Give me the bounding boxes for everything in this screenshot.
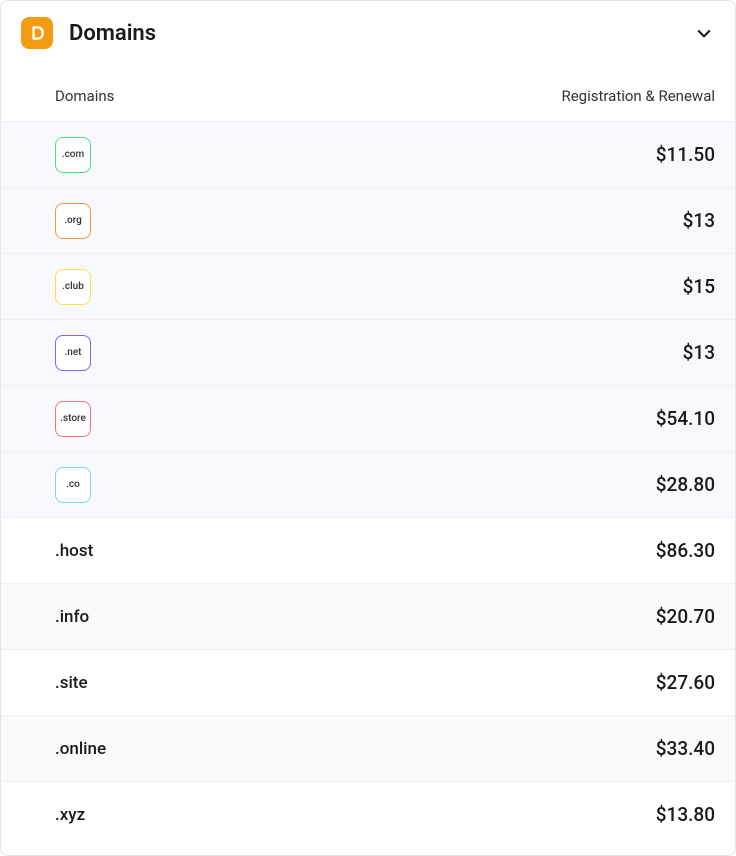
tld-label: .host: [55, 541, 93, 561]
domain-cell: .xyz: [55, 805, 656, 825]
price-cell: $54.10: [656, 407, 715, 430]
table-row[interactable]: .store $54.10: [1, 385, 735, 451]
table-row[interactable]: .xyz $13.80: [1, 781, 735, 847]
domain-cell: .co: [55, 467, 656, 503]
tld-badge: .co: [55, 467, 91, 503]
table-row[interactable]: .com $11.50: [1, 121, 735, 187]
domain-cell: .net: [55, 335, 683, 371]
price-cell: $15: [683, 275, 715, 298]
price-cell: $20.70: [656, 605, 715, 628]
chevron-down-icon[interactable]: [693, 22, 715, 44]
table-row[interactable]: .site $27.60: [1, 649, 735, 715]
price-cell: $28.80: [656, 473, 715, 496]
tld-badge: .com: [55, 137, 91, 173]
table-row[interactable]: .host $86.30: [1, 517, 735, 583]
tld-label: .online: [55, 739, 106, 759]
tld-badge: .club: [55, 269, 91, 305]
table-row[interactable]: .info $20.70: [1, 583, 735, 649]
table-body: .com $11.50 .org $13 .club $15 .net $13 .store $5…: [1, 121, 735, 855]
price-cell: $13: [683, 341, 715, 364]
price-cell: $13.80: [656, 803, 715, 826]
tld-badge: .store: [55, 401, 91, 437]
domain-cell: .online: [55, 739, 656, 759]
table-row[interactable]: .online $33.40: [1, 715, 735, 781]
tld-label: .site: [55, 673, 88, 693]
domain-cell: .club: [55, 269, 683, 305]
card-title: Domains: [69, 21, 693, 46]
column-header-price: Registration & Renewal: [561, 87, 715, 105]
table-row[interactable]: .org $13: [1, 187, 735, 253]
tld-badge: .net: [55, 335, 91, 371]
price-cell: $11.50: [656, 143, 715, 166]
tld-label: .xyz: [55, 805, 85, 825]
domain-cell: .org: [55, 203, 683, 239]
price-cell: $86.30: [656, 539, 715, 562]
table-header: Domains Registration & Renewal: [1, 57, 735, 121]
domain-cell: .store: [55, 401, 656, 437]
tld-label: .info: [55, 607, 89, 627]
domain-cell: .site: [55, 673, 656, 693]
domain-cell: .host: [55, 541, 656, 561]
domain-cell: .com: [55, 137, 656, 173]
column-header-domain: Domains: [55, 87, 561, 105]
domain-cell: .info: [55, 607, 656, 627]
tld-badge: .org: [55, 203, 91, 239]
domains-app-icon: [21, 17, 53, 49]
table-row[interactable]: .co $28.80: [1, 451, 735, 517]
table-row[interactable]: .net $13: [1, 319, 735, 385]
table-row[interactable]: .club $15: [1, 253, 735, 319]
price-cell: $13: [683, 209, 715, 232]
card-header: Domains: [1, 1, 735, 57]
price-cell: $33.40: [656, 737, 715, 760]
domains-card: Domains Domains Registration & Renewal .…: [0, 0, 736, 856]
price-cell: $27.60: [656, 671, 715, 694]
